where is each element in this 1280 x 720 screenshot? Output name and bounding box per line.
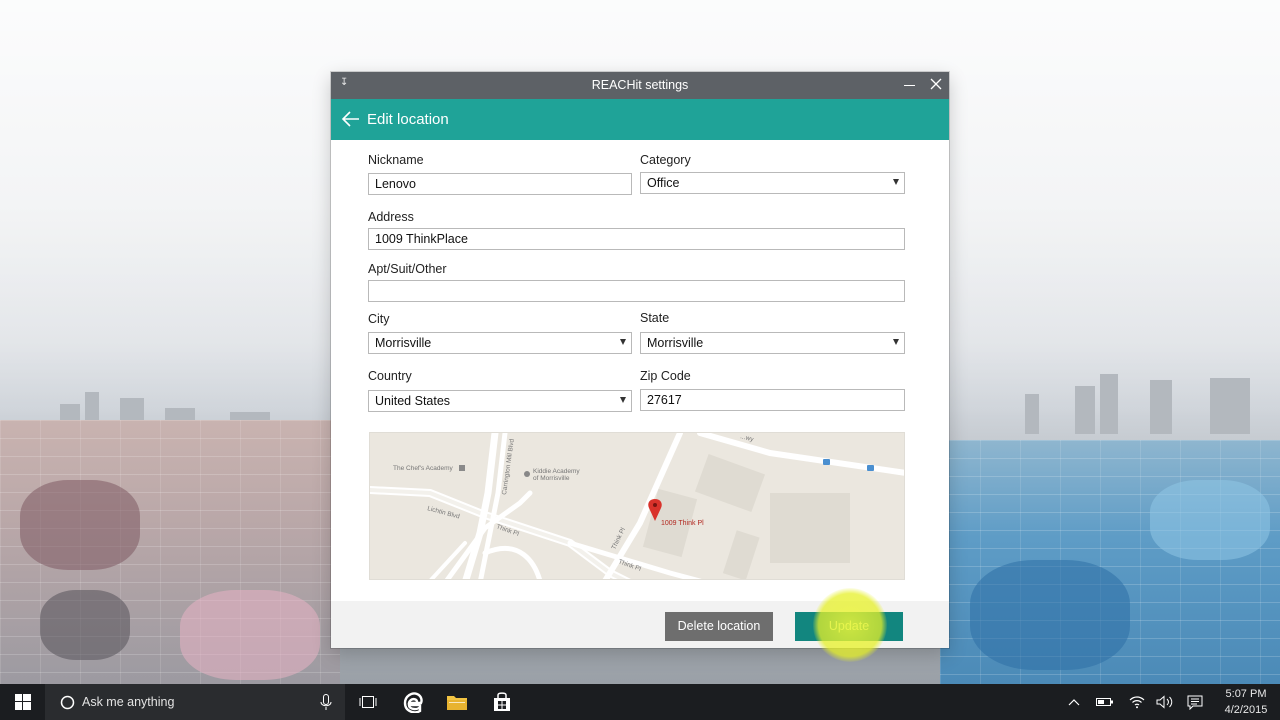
category-value: Office <box>647 176 680 190</box>
nickname-label: Nickname <box>368 153 424 167</box>
action-center-icon[interactable] <box>1184 684 1206 720</box>
update-button[interactable]: Update <box>795 612 903 641</box>
clock-time[interactable]: 5:07 PM <box>1216 688 1276 700</box>
microphone-icon[interactable] <box>320 694 332 711</box>
apt-label: Apt/Suit/Other <box>368 262 447 276</box>
nickname-value: Lenovo <box>375 177 417 191</box>
search-box[interactable]: Ask me anything <box>45 684 345 720</box>
wifi-icon[interactable] <box>1126 684 1148 720</box>
city-value: Morrisville <box>375 336 432 350</box>
cortana-circle-icon <box>60 695 75 710</box>
state-label: State <box>640 311 670 325</box>
state-value: Morrisville <box>647 336 704 350</box>
chevron-down-icon <box>893 339 899 345</box>
page-header: Edit location <box>331 99 949 140</box>
volume-icon[interactable] <box>1154 684 1176 720</box>
address-label: Address <box>368 210 414 224</box>
apt-field[interactable] <box>368 280 905 302</box>
back-arrow-icon[interactable] <box>341 109 361 129</box>
task-view-icon[interactable] <box>355 684 381 720</box>
delete-location-button[interactable]: Delete location <box>665 612 773 641</box>
map-label-kiddie-academy-2: of Morrisville <box>533 475 570 482</box>
address-value: 1009 ThinkPlace <box>375 232 468 246</box>
show-hidden-icons-chevron-up-icon[interactable] <box>1064 684 1084 720</box>
map-label-chefs-academy: The Chef's Academy <box>393 465 454 472</box>
settings-window: ↧ REACHit settings Edit location Nicknam… <box>331 72 949 662</box>
window-titlebar: ↧ REACHit settings <box>331 72 949 99</box>
graffiti-wall-right <box>940 440 1280 684</box>
zip-label: Zip Code <box>640 369 691 383</box>
location-map[interactable]: The Chef's Academy Carrington Mill Blvd … <box>369 432 905 580</box>
taskbar: Ask me anything 5:07 PM 4/2/2015 <box>0 684 1280 720</box>
close-icon[interactable] <box>929 76 943 92</box>
windows-start-icon[interactable] <box>0 684 45 720</box>
city-dropdown[interactable]: Morrisville <box>368 332 632 354</box>
edit-location-form: Nickname Lenovo Category Office Address … <box>331 140 949 601</box>
zip-value: 27617 <box>647 393 682 407</box>
page-title: Edit location <box>367 111 449 128</box>
search-placeholder: Ask me anything <box>82 695 175 709</box>
category-dropdown[interactable]: Office <box>640 172 905 194</box>
chevron-down-icon <box>620 339 626 345</box>
state-dropdown[interactable]: Morrisville <box>640 332 905 354</box>
minimize-icon[interactable] <box>902 75 918 93</box>
form-footer: Delete location Update <box>331 588 949 662</box>
chevron-down-icon <box>893 179 899 185</box>
nickname-field[interactable]: Lenovo <box>368 173 632 195</box>
country-dropdown[interactable]: United States <box>368 390 632 412</box>
file-explorer-icon[interactable] <box>444 684 470 720</box>
clock-date[interactable]: 4/2/2015 <box>1216 704 1276 716</box>
chevron-down-icon <box>620 397 626 403</box>
map-label-kiddie-academy-1: Kiddie Academy <box>533 468 580 475</box>
category-label: Category <box>640 153 691 167</box>
graffiti-wall-left <box>0 420 340 684</box>
city-label: City <box>368 312 390 326</box>
country-value: United States <box>375 394 451 408</box>
zip-field[interactable]: 27617 <box>640 389 905 411</box>
address-field[interactable]: 1009 ThinkPlace <box>368 228 905 250</box>
window-title: REACHit settings <box>591 78 689 92</box>
map-marker-label: 1009 Think Pl <box>661 520 704 527</box>
battery-icon[interactable] <box>1094 684 1116 720</box>
edge-browser-icon[interactable] <box>400 684 426 720</box>
country-label: Country <box>368 369 412 383</box>
store-icon[interactable] <box>489 684 515 720</box>
